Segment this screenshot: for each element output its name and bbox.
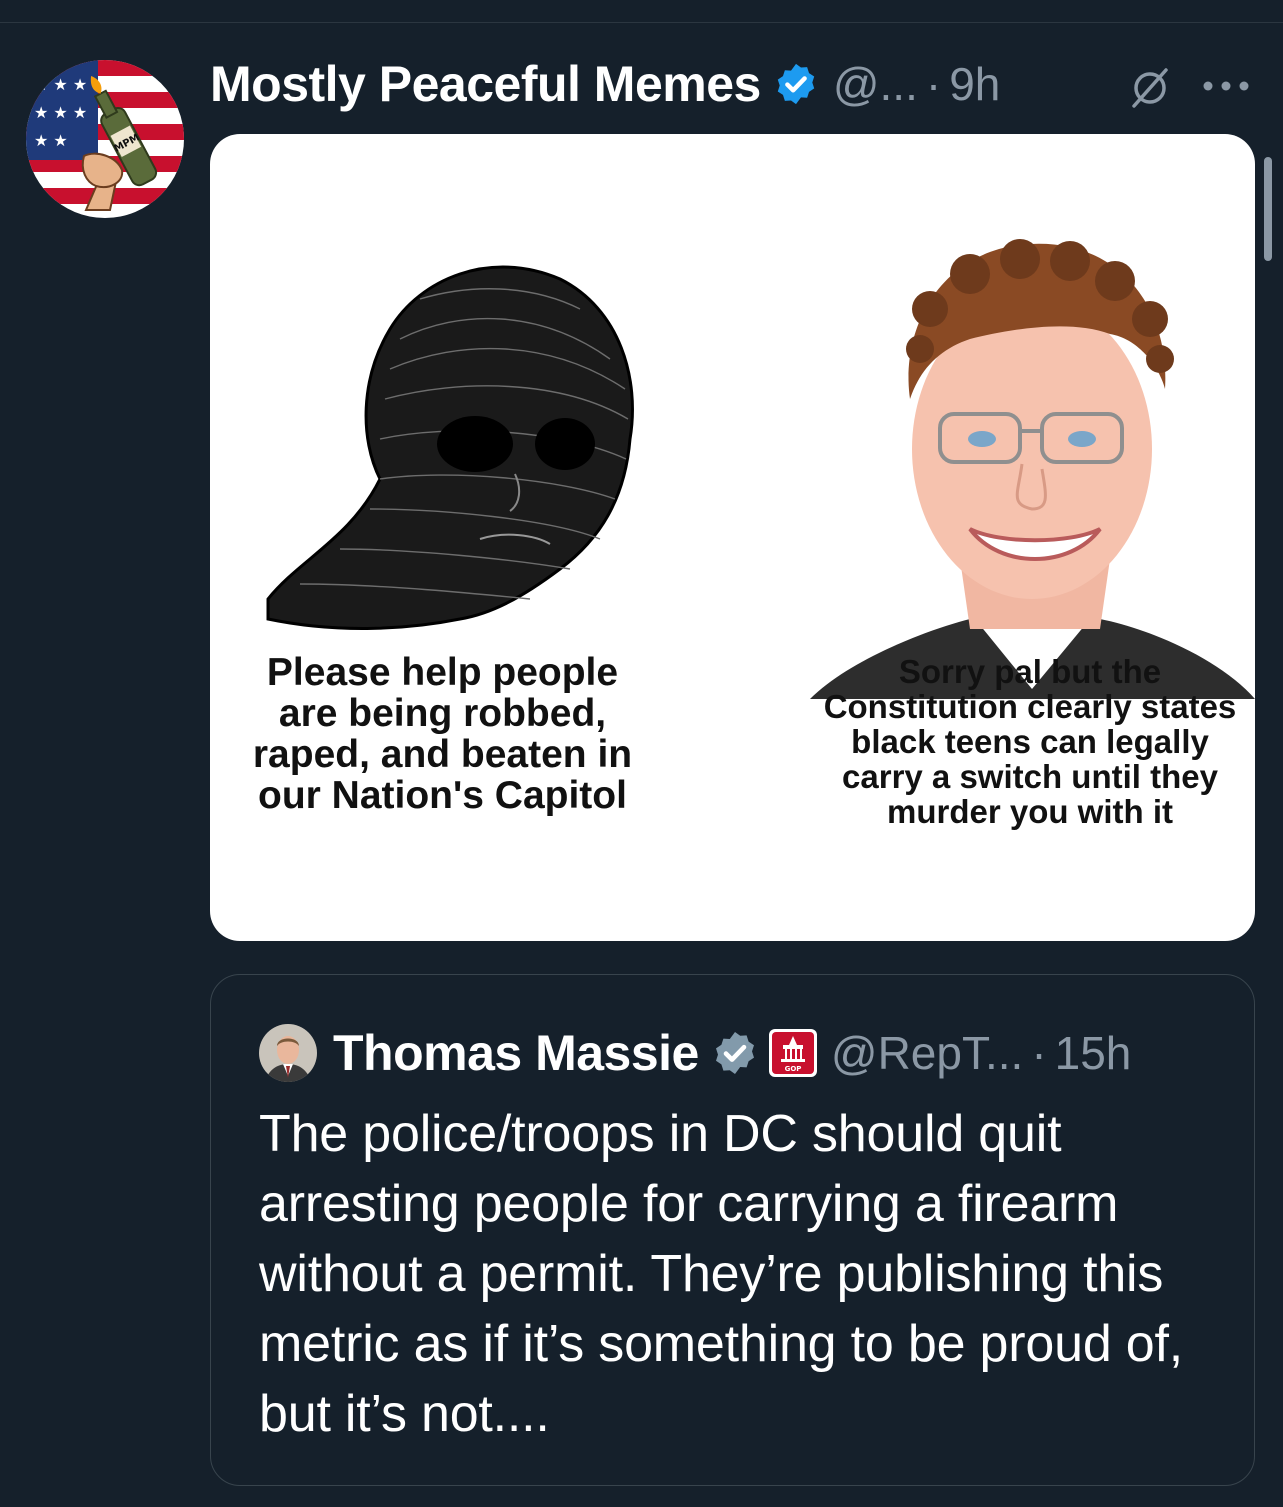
verified-badge-icon[interactable]	[773, 61, 819, 107]
author-handle[interactable]: @...	[833, 57, 918, 111]
quote-author-handle[interactable]: @RepT...	[831, 1026, 1023, 1080]
quote-separator-dot: ·	[1031, 1027, 1047, 1079]
post-header: Mostly Peaceful Memes @... · 9h	[210, 52, 1000, 116]
post-time[interactable]: 9h	[949, 57, 1000, 111]
right-caption: Sorry pal but the Constitution clearly s…	[823, 653, 1237, 830]
scrollbar[interactable]	[1264, 157, 1272, 261]
quote-author-avatar[interactable]	[259, 1024, 317, 1082]
gray-verified-badge-icon[interactable]	[711, 1029, 759, 1077]
quote-text: The police/troops in DC should quit arre…	[259, 1105, 1183, 1443]
svg-text:★ ★ ★: ★ ★ ★	[34, 75, 87, 94]
svg-text:GOP: GOP	[784, 1065, 801, 1073]
quote-header: Thomas Massie GOP @RepT... · 15h	[259, 1023, 1131, 1083]
svg-text:★ ★ ★: ★ ★ ★	[34, 103, 87, 122]
quoted-post[interactable]: Thomas Massie GOP @RepT... · 15h The pol…	[210, 974, 1255, 1486]
more-options-icon[interactable]	[1198, 68, 1254, 104]
cartoon-portrait-illustration	[810, 219, 1255, 709]
author-avatar[interactable]: ★ ★ ★ ★ ★ ★ ★ ★ MPM	[26, 60, 184, 218]
top-divider	[0, 22, 1283, 23]
post-media-image[interactable]: Please help people are being robbed, rap…	[210, 134, 1255, 941]
left-caption: Please help people are being robbed, rap…	[252, 651, 633, 817]
quote-author-name[interactable]: Thomas Massie	[333, 1024, 699, 1082]
author-name[interactable]: Mostly Peaceful Memes	[210, 55, 761, 113]
grok-icon[interactable]	[1128, 66, 1172, 110]
flag-bottle-avatar-icon: ★ ★ ★ ★ ★ ★ ★ ★ MPM	[26, 60, 184, 218]
svg-text:★ ★: ★ ★	[34, 131, 68, 150]
house-gop-badge-icon[interactable]: GOP	[767, 1027, 819, 1079]
quote-time[interactable]: 15h	[1055, 1026, 1132, 1080]
separator-dot: ·	[925, 58, 942, 110]
